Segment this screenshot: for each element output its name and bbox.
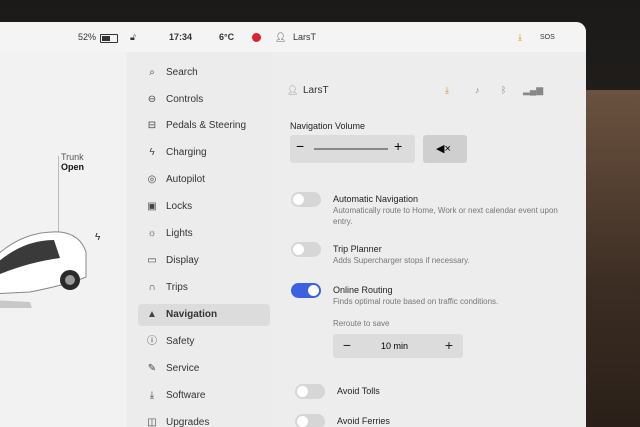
charging-bolt-icon: ϟ [95,232,101,243]
bag-icon: ◫ [147,417,157,427]
menu-item-autopilot[interactable]: ◎ Autopilot [138,169,270,191]
car-illustration[interactable] [0,222,100,312]
profile-icon[interactable]: 👤︎ [275,32,286,43]
record-icon[interactable] [252,33,261,42]
settings-menu: ⌕ Search ⊖ Controls ⊟ Pedals & Steering … [128,52,273,427]
menu-item-software[interactable]: ⤓ Software [138,385,270,407]
battery-percent: 52% [78,32,97,42]
menu-item-trips[interactable]: ∩ Trips [138,277,270,299]
signal-icon: ▂▄▆ [523,85,544,95]
lock-icon: ▣ [147,201,157,212]
menu-item-locks[interactable]: ▣ Locks [138,196,270,218]
avoid-tolls-label: Avoid Tolls [337,386,380,396]
car-panel: Trunk Open ϟ ⏮︎ ▶︎ ⏭︎ [0,52,126,427]
bell-icon[interactable]: ♪ [475,85,480,95]
safety-icon: ⓘ [147,336,157,347]
profile-icon[interactable]: 👤︎ [287,85,298,96]
menu-item-pedals-steering[interactable]: ⊟ Pedals & Steering [138,115,270,137]
bolt-icon: ϟ [149,147,155,158]
mute-icon: ◀× [436,143,451,155]
nav-volume-slider[interactable]: − + [290,135,415,163]
menu-item-upgrades[interactable]: ◫ Upgrades [138,412,270,427]
auto-nav-toggle[interactable] [291,192,321,207]
trunk-state[interactable]: Open [61,162,84,172]
menu-item-charging[interactable]: ϟ Charging [138,142,270,164]
trip-planner-title: Trip Planner [333,244,382,254]
tesla-screen: 52% 🔓︎ 17:34 6°C 👤︎ LarsT ⤓ SOS Trunk Op… [0,22,586,427]
online-routing-title: Online Routing [333,285,393,295]
menu-item-service[interactable]: ✎ Service [138,358,270,380]
avoid-tolls-toggle[interactable] [295,384,325,399]
outside-temp: 6°C [219,32,235,42]
nav-volume-label: Navigation Volume [290,121,366,131]
volume-down-button[interactable]: − [296,138,304,154]
download-icon[interactable]: ⤓ [518,32,522,43]
car-icon: ⊟ [147,120,157,131]
menu-item-display[interactable]: ▭ Display [138,250,270,272]
navigation-arrow-icon: ▲ [147,309,157,320]
sun-icon: ☼ [147,228,157,239]
menu-item-lights[interactable]: ☼ Lights [138,223,270,245]
trips-icon: ∩ [148,282,156,293]
online-routing-desc: Finds optimal route based on traffic con… [333,297,499,306]
auto-nav-desc: Automatically route to Home, Work or nex… [333,206,558,226]
trunk-label[interactable]: Trunk [61,152,84,162]
search-icon: ⌕ [149,67,155,78]
avoid-ferries-label: Avoid Ferries [337,416,390,426]
battery-icon [100,34,118,43]
trip-planner-toggle[interactable] [291,242,321,257]
volume-track[interactable] [314,148,388,150]
reroute-minus-button[interactable]: − [337,337,357,353]
download-icon[interactable]: ⤓ [445,85,449,96]
reroute-plus-button[interactable]: + [439,337,459,353]
menu-item-search[interactable]: ⌕ Search [138,62,270,84]
clock: 17:34 [169,32,193,42]
mute-button[interactable]: ◀× [423,135,467,163]
menu-item-safety[interactable]: ⓘ Safety [138,331,270,353]
lock-icon[interactable]: 🔓︎ [130,32,136,43]
reroute-stepper[interactable]: − 10 min + [333,334,463,358]
download-icon: ⤓ [149,390,155,401]
display-icon: ▭ [147,255,157,266]
status-bar: 52% 🔓︎ 17:34 6°C 👤︎ LarsT ⤓ SOS [0,22,586,52]
status-user[interactable]: LarsT [293,32,316,42]
auto-nav-title: Automatic Navigation [333,194,419,204]
trip-planner-desc: Adds Supercharger stops if necessary. [333,256,470,265]
online-routing-toggle[interactable] [291,283,321,298]
menu-item-navigation[interactable]: ▲ Navigation [138,304,270,326]
steering-wheel-icon: ◎ [147,174,157,185]
volume-up-button[interactable]: + [394,138,402,154]
bluetooth-icon[interactable]: ᛒ [501,85,506,95]
reroute-value: 10 min [381,341,409,351]
content-user[interactable]: LarsT [303,85,329,96]
avoid-ferries-toggle[interactable] [295,414,325,427]
toggle-icon: ⊖ [147,94,157,105]
wrench-icon: ✎ [147,363,157,374]
menu-item-controls[interactable]: ⊖ Controls [138,89,270,111]
navigation-settings: 👤︎ LarsT ⤓ ♪ ᛒ ▂▄▆ Navigation Volume − +… [275,52,586,427]
reroute-label: Reroute to save [333,319,390,328]
sos-icon[interactable]: SOS [540,34,555,41]
